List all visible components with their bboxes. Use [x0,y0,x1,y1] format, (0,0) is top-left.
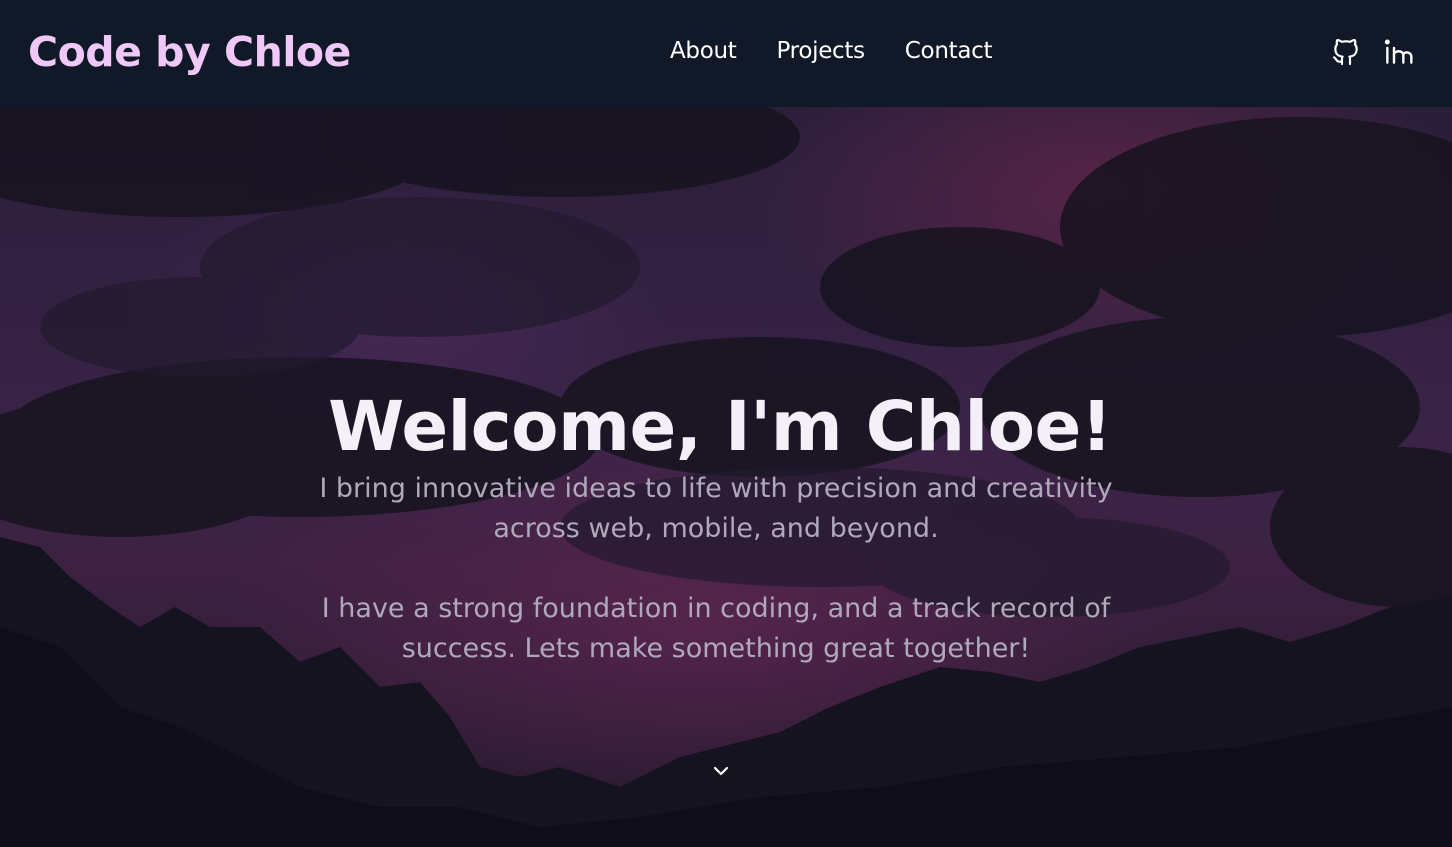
linkedin-icon [1384,39,1413,64]
hero-title: Welcome, I'm Chloe! [328,387,1112,467]
github-icon [1332,39,1358,66]
github-link[interactable] [1330,36,1362,68]
hero-intro-text: I bring innovative ideas to life with pr… [319,473,1113,544]
nav-link-about[interactable]: About [670,34,737,68]
hero-content: Welcome, I'm Chloe! I bring innovative i… [0,385,1452,669]
scroll-down-button[interactable] [709,762,733,780]
nav-link-projects[interactable]: Projects [777,34,866,68]
main-nav: About Projects Contact [670,34,992,68]
social-links [1330,36,1414,68]
linkedin-link[interactable] [1382,36,1414,68]
nav-link-contact[interactable]: Contact [905,34,993,68]
brand-logo[interactable]: Code by Chloe [28,27,351,77]
site-header: Code by Chloe About Projects Contact [0,0,1452,107]
chevron-down-icon [713,766,729,776]
hero-secondary-text: I have a strong foundation in coding, an… [321,593,1111,664]
hero-section: Welcome, I'm Chloe! I bring innovative i… [0,107,1452,847]
